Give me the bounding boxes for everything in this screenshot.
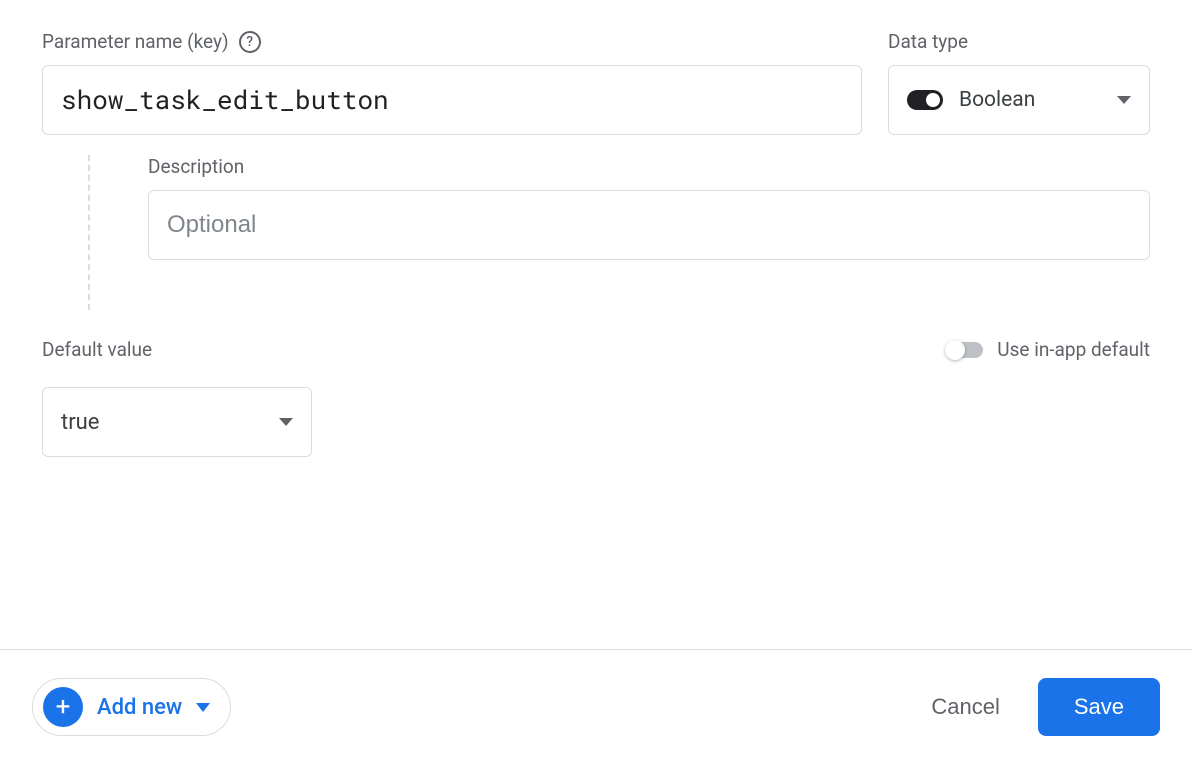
help-icon[interactable]: ? — [239, 31, 261, 53]
footer: + Add new Cancel Save — [0, 649, 1192, 764]
default-value-section: Default value Use in-app default true — [42, 338, 1150, 457]
data-type-group: Data type Boolean — [888, 30, 1150, 135]
data-type-label: Data type — [888, 30, 968, 53]
parameter-name-group: Parameter name (key) ? — [42, 30, 862, 135]
parameter-name-label: Parameter name (key) — [42, 30, 229, 53]
use-in-app-default-label: Use in-app default — [997, 338, 1150, 361]
description-input[interactable] — [148, 190, 1150, 260]
default-value-label: Default value — [42, 338, 152, 361]
cancel-button[interactable]: Cancel — [931, 694, 999, 720]
save-button[interactable]: Save — [1038, 678, 1160, 736]
description-label: Description — [148, 155, 244, 178]
default-value-select[interactable]: true — [42, 387, 312, 457]
chevron-down-icon — [279, 418, 293, 426]
description-section: Description — [88, 155, 1150, 310]
add-new-label: Add new — [97, 695, 182, 720]
chevron-down-icon — [196, 703, 210, 712]
data-type-value: Boolean — [959, 88, 1035, 112]
chevron-down-icon — [1117, 96, 1131, 104]
data-type-select[interactable]: Boolean — [888, 65, 1150, 135]
add-new-button[interactable]: + Add new — [32, 678, 231, 736]
default-value-text: true — [61, 410, 99, 435]
boolean-icon — [907, 90, 943, 110]
use-in-app-default-toggle[interactable] — [947, 342, 983, 358]
plus-icon: + — [43, 687, 83, 727]
parameter-name-input[interactable] — [42, 65, 862, 135]
